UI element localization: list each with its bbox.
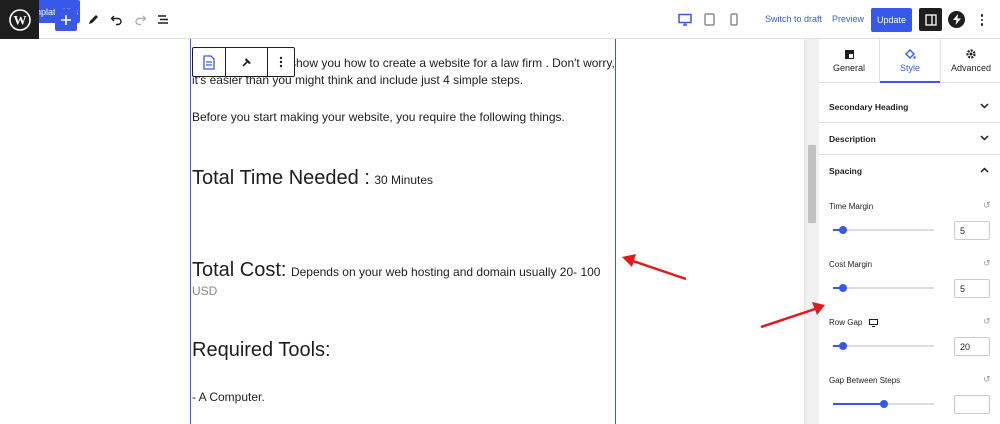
annotation-arrow-to-cost bbox=[622, 254, 687, 281]
annotation-arrows bbox=[622, 254, 825, 329]
annotation-arrow-to-cost-margin bbox=[760, 302, 825, 329]
